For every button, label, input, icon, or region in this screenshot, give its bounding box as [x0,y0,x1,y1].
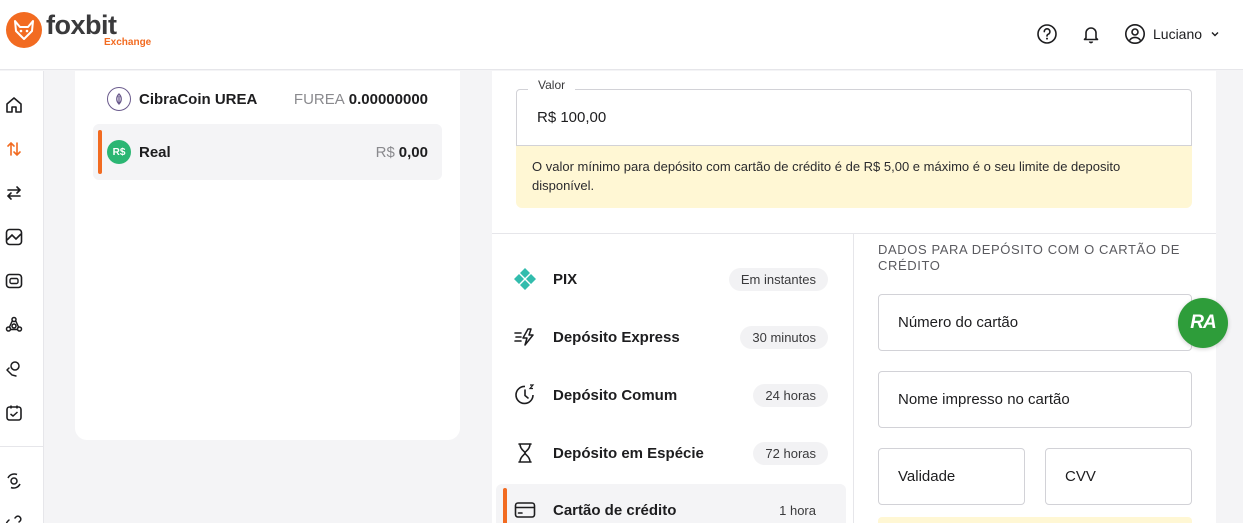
nav-divider [0,446,44,447]
method-name: Cartão de crédito [553,501,677,519]
method-deposito-express[interactable]: Depósito Express 30 minutos [496,311,846,363]
amount-label: Valor [528,78,576,92]
clock-icon [512,382,538,408]
active-indicator [98,130,102,174]
method-time-badge: 72 horas [753,441,828,465]
coin-balance: FUREA 0.00000000 [293,90,428,108]
section-divider [492,233,1216,234]
link-icon[interactable] [2,509,26,523]
method-time-badge: 24 horas [753,383,828,407]
network-icon[interactable] [2,313,26,337]
amount-input[interactable]: R$ 100,00 [516,89,1192,146]
swap-icon[interactable] [2,181,26,205]
calendar-icon[interactable] [2,401,26,425]
money-hand-icon[interactable] [2,357,26,381]
reclame-aqui-badge[interactable]: RA [1178,298,1228,348]
help-icon[interactable] [1035,22,1059,46]
method-cartao-credito[interactable]: Cartão de crédito 1 hora [496,484,846,523]
column-divider [853,233,854,523]
logo-subtitle: Exchange [104,37,152,48]
method-name: PIX [553,270,578,288]
coin-name: Real [139,143,171,161]
card-form-title: DADOS PARA DEPÓSITO COM O CARTÃO DE CRÉD… [878,242,1180,273]
real-currency-icon: R$ [107,140,131,164]
pix-icon [512,266,538,292]
method-name: Depósito em Espécie [553,444,704,462]
method-deposito-comum[interactable]: Depósito Comum 24 horas [496,369,846,421]
card-cvv-field[interactable]: CVV [1045,448,1192,505]
card-expiry-field[interactable]: Validade [878,448,1025,505]
method-time-badge: 30 minutos [740,325,828,349]
hourglass-icon [512,440,538,466]
wallet-icon[interactable] [2,269,26,293]
coin-name: CibraCoin UREA [139,90,258,108]
coin-row-real[interactable]: R$ Real R$ 0,00 [93,124,442,180]
fox-logo-icon [6,12,42,48]
method-time-badge: 1 hora [779,502,816,518]
active-indicator [503,488,507,523]
user-avatar-icon [1125,24,1145,44]
method-name: Depósito Express [553,328,680,346]
chevron-down-icon [1211,32,1219,37]
side-nav [0,71,44,523]
method-name: Depósito Comum [553,386,678,404]
coin-row-cibracoin[interactable]: CibraCoin UREA FUREA 0.00000000 [93,71,442,127]
form-warning-banner [878,517,1192,523]
home-icon[interactable] [2,93,26,117]
method-time-badge: Em instantes [728,267,828,291]
target-icon[interactable] [2,469,26,493]
card-number-field[interactable]: Número do cartão [878,294,1192,351]
chart-icon[interactable] [2,225,26,249]
coin-balance: R$ 0,00 [375,143,428,161]
foxbit-logo[interactable]: foxbit Exchange [6,12,151,48]
card-holder-name-field[interactable]: Nome impresso no cartão [878,371,1192,428]
method-deposito-especie[interactable]: Depósito em Espécie 72 horas [496,427,846,479]
deposit-limit-warning: O valor mínimo para depósito com cartão … [516,146,1192,208]
method-pix[interactable]: PIX Em instantes [496,253,846,305]
deposit-panel: R$ 100,00 Valor O valor mínimo para depó… [492,71,1216,523]
logo-name: foxbit [46,10,117,40]
top-header: foxbit Exchange Luciano [0,0,1243,70]
transfer-arrows-icon[interactable] [2,137,26,161]
cibracoin-icon [107,87,131,111]
user-name: Luciano [1153,26,1203,42]
notification-bell-icon[interactable] [1079,22,1103,46]
credit-card-icon [512,497,538,523]
fast-lightning-icon [512,324,538,350]
coin-list-card: CibraCoin UREA FUREA 0.00000000 R$ Real R… [75,71,460,440]
user-menu[interactable]: Luciano [1124,22,1220,46]
